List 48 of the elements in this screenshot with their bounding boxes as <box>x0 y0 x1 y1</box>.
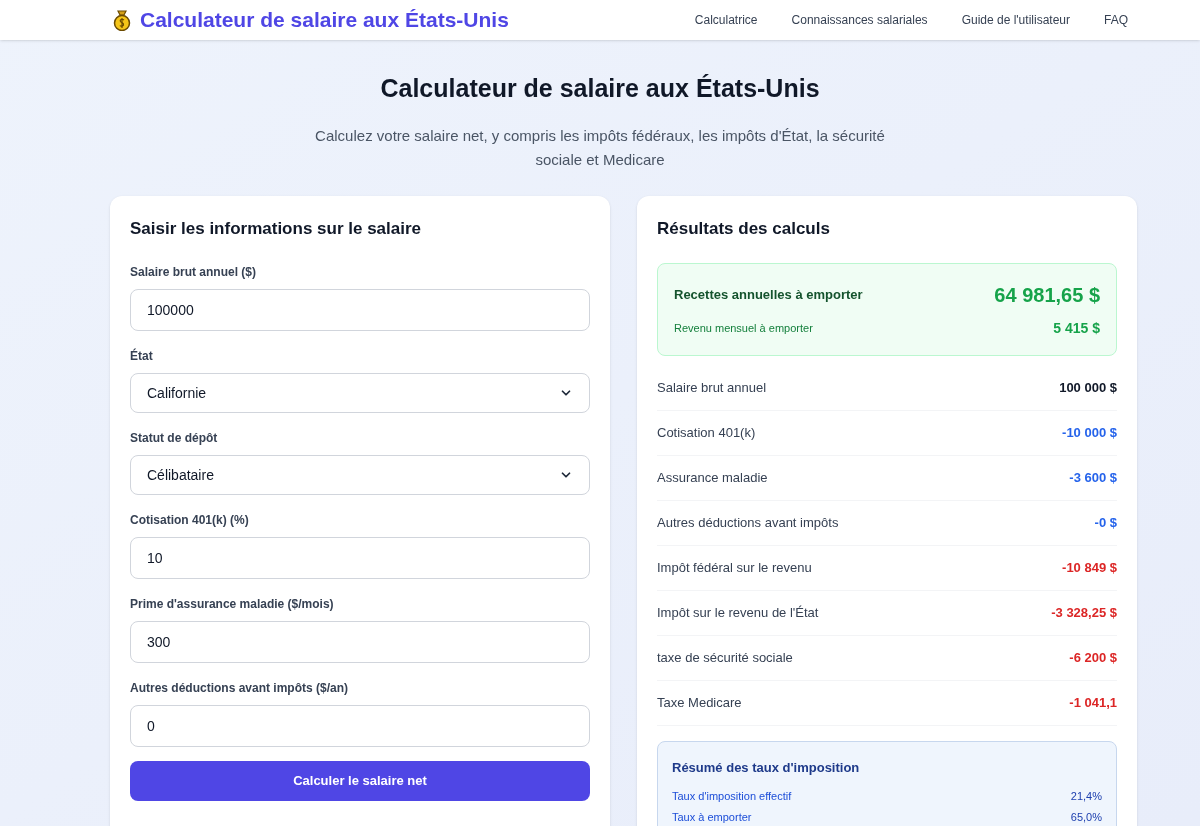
input-field[interactable]: 100000 <box>130 289 590 331</box>
monthly-take-home-label: Revenu mensuel à emporter <box>674 321 813 337</box>
nav-link[interactable]: Guide de l'utilisateur <box>961 11 1070 29</box>
result-label: Impôt sur le revenu de l'État <box>657 604 819 623</box>
summary-label: Taux d'imposition effectif <box>672 788 792 804</box>
nav-link[interactable]: Calculatrice <box>694 11 758 29</box>
summary-value: 21,4% <box>1070 788 1102 804</box>
result-value: -10 849 $ <box>1062 559 1117 578</box>
result-value: -0 $ <box>1094 514 1117 533</box>
summary-value: 65,0% <box>1070 809 1102 825</box>
summary-label: Taux à emporter <box>672 809 752 825</box>
result-label: Impôt fédéral sur le revenu <box>657 559 812 578</box>
money-bag-icon <box>112 9 132 31</box>
result-label: Assurance maladie <box>657 469 768 488</box>
page-subtitle: Calculez votre salaire net, y compris les impôts fédéraux, les impôts d'État, la sécurité sociale et Medicare <box>314 125 886 170</box>
input-field[interactable]: 300 <box>130 621 590 663</box>
field-label: Salaire brut annuel ($) <box>130 264 258 281</box>
input-field[interactable]: 10 <box>130 537 590 579</box>
result-label: Autres déductions avant impôts <box>657 514 839 533</box>
field-label: Prime d'assurance maladie ($/mois) <box>130 596 335 613</box>
result-value: -1 041,1 <box>1069 694 1117 713</box>
result-value: -3 328,25 $ <box>1051 604 1117 623</box>
input-field[interactable]: 0 <box>130 705 590 747</box>
summary-title: Résumé des taux d'imposition <box>672 759 861 777</box>
field-label: Autres déductions avant impôts ($/an) <box>130 680 350 697</box>
field-label: Cotisation 401(k) (%) <box>130 512 250 529</box>
result-value: -6 200 $ <box>1069 649 1117 668</box>
result-label: Taxe Medicare <box>657 694 742 713</box>
result-label: Cotisation 401(k) <box>657 424 756 443</box>
nav-link[interactable]: FAQ <box>1104 11 1128 29</box>
card-title: Résultats des calculs <box>657 217 831 240</box>
card-title: Saisir les informations sur le salaire <box>130 217 423 240</box>
result-value: -3 600 $ <box>1069 469 1117 488</box>
result-value: -10 000 $ <box>1062 424 1117 443</box>
calculate-button[interactable]: Calculer le salaire net <box>130 761 590 801</box>
result-label: Salaire brut annuel <box>657 379 767 398</box>
annual-take-home-value: 64 981,65 $ <box>994 283 1100 308</box>
field-label: Statut de dépôt <box>130 430 219 447</box>
annual-take-home-label: Recettes annuelles à emporter <box>674 286 863 305</box>
state-select[interactable]: Californie <box>130 373 590 413</box>
monthly-take-home-value: 5 415 $ <box>1053 319 1100 338</box>
result-label: taxe de sécurité sociale <box>657 649 793 668</box>
result-value: 100 000 $ <box>1059 379 1117 398</box>
field-label: État <box>130 347 154 365</box>
state-select[interactable]: Célibataire <box>130 455 590 495</box>
logo-title[interactable]: Calculateur de salaire aux États-Unis <box>140 4 509 36</box>
nav-link[interactable]: Connaissances salariales <box>791 11 928 29</box>
page-title: Calculateur de salaire aux États-Unis <box>380 73 820 104</box>
